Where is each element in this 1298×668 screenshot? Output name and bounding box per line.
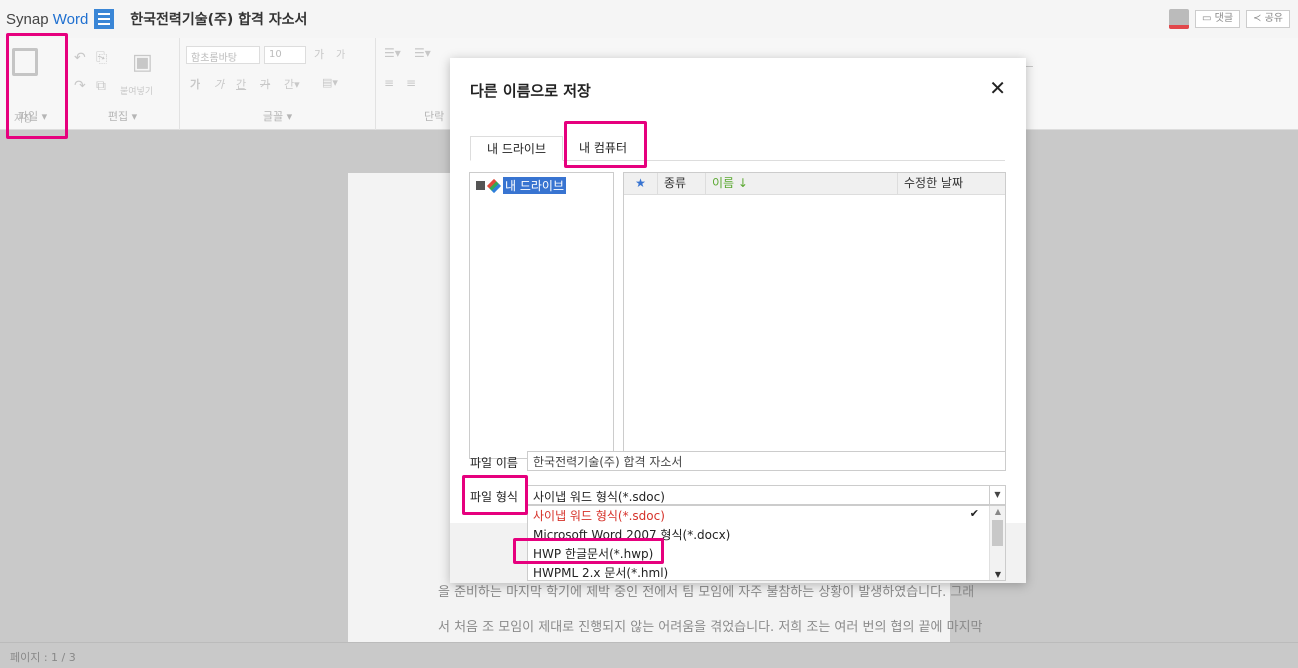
highlight-format-label-box (462, 475, 528, 515)
shrink-font-icon[interactable]: 가 (336, 46, 345, 61)
scroll-up-icon[interactable]: ▲ (990, 507, 1006, 516)
scroll-down-icon[interactable]: ▼ (990, 570, 1006, 579)
share-button[interactable]: ≺ 공유 (1246, 10, 1290, 28)
menu-button[interactable] (94, 9, 115, 29)
options-scrollbar[interactable]: ▲ ▼ (989, 506, 1005, 580)
paragraph-group: ☰▾ ☰▾ ≡ ≡ 단락 (376, 38, 450, 130)
paragraph-group-label[interactable]: 단락 (424, 108, 444, 124)
copy-icon[interactable]: ⎘ (96, 50, 107, 66)
highlight-hwp-option-box (513, 538, 664, 564)
folder-tree: 내 드라이브 (469, 172, 614, 459)
format-option-sdoc[interactable]: 사이냅 워드 형식(*.sdoc) ✔ (528, 506, 1005, 525)
align-center-icon[interactable]: ≡ (406, 76, 416, 90)
underline-icon[interactable]: 간 (236, 76, 246, 92)
font-group: 함초롬바탕 10 가 가 가 가 간 가 간▾ ▤▾ 글꼴 ▾ (180, 38, 376, 130)
edit-group-label[interactable]: 편집 ▾ (66, 108, 179, 124)
column-modified-date[interactable]: 수정한 날짜 (898, 173, 1005, 194)
tree-item-my-drive[interactable]: 내 드라이브 (476, 177, 567, 194)
bold-icon[interactable]: 가 (190, 76, 200, 92)
cut-icon[interactable]: ⧉ (96, 78, 106, 94)
column-name[interactable]: 이름 ↓ (706, 173, 898, 194)
extra-toolbar-icon[interactable]: ⎯ (1026, 58, 1033, 74)
drive-logo-icon (488, 180, 500, 192)
highlight-save-box (6, 33, 68, 139)
font-group-label[interactable]: 글꼴 ▾ (180, 108, 375, 124)
document-line-2: 서 처음 조 모임이 제대로 진행되지 않는 어려움을 겪었습니다. 저희 조는… (438, 620, 983, 635)
grow-font-icon[interactable]: 가 (314, 46, 324, 62)
collapse-icon[interactable] (476, 181, 485, 190)
format-option-hml[interactable]: HWPML 2.x 문서(*.hml) (528, 563, 1005, 582)
filename-label: 파일 이름 (470, 456, 518, 470)
filename-input[interactable] (527, 451, 1006, 471)
numbered-list-icon[interactable]: ☰▾ (414, 46, 431, 60)
star-icon[interactable]: ★ (624, 173, 658, 194)
edit-group: ↶ ↷ ⎘ ⧉ ▣ 붙여넣기 편집 ▾ (66, 38, 180, 130)
document-line-1: 을 준비하는 마지막 학기에 제박 중인 전에서 팀 모임에 자주 불참하는 상… (438, 585, 975, 600)
location-tabs: 내 드라이브 내 컴퓨터 (470, 136, 1005, 161)
highlight-my-computer-box (564, 121, 647, 168)
file-list: ★ 종류 이름 ↓ 수정한 날짜 (623, 172, 1006, 459)
format-selected-value: 사이냅 워드 형식(*.sdoc) (533, 490, 665, 504)
save-as-dialog: 다른 이름으로 저장 ✕ 내 드라이브 내 컴퓨터 내 드라이브 ★ 종류 이름… (450, 58, 1026, 583)
document-title: 한국전력기술(주) 합격 자소서 (130, 12, 308, 28)
page-indicator: 페이지 : 1 / 3 (10, 651, 76, 664)
redo-icon[interactable]: ↷ (74, 78, 86, 94)
top-actions: ▭ 댓글 ≺ 공유 (1168, 9, 1290, 29)
font-color-icon[interactable]: 간▾ (284, 76, 300, 92)
dialog-title: 다른 이름으로 저장 (470, 82, 591, 100)
align-left-icon[interactable]: ≡ (384, 76, 394, 90)
tab-my-drive[interactable]: 내 드라이브 (470, 136, 564, 161)
highlight-color-icon[interactable]: ▤▾ (322, 76, 338, 89)
format-select[interactable]: 사이냅 워드 형식(*.sdoc) ▼ (527, 485, 1006, 505)
undo-icon[interactable]: ↶ (74, 50, 86, 66)
italic-icon[interactable]: 가 (214, 76, 224, 92)
column-type[interactable]: 종류 (658, 173, 706, 194)
paste-icon[interactable]: ▣ (132, 50, 153, 75)
list-icon[interactable]: ☰▾ (384, 46, 401, 60)
close-icon[interactable]: ✕ (989, 76, 1006, 100)
app-brand: Synap Word (6, 10, 89, 28)
font-name-select[interactable]: 함초롬바탕 (186, 46, 260, 64)
strike-icon[interactable]: 가 (260, 76, 270, 92)
chevron-down-icon[interactable]: ▼ (989, 486, 1005, 504)
scrollbar-thumb[interactable] (992, 520, 1003, 546)
status-bar: 페이지 : 1 / 3 (0, 642, 1298, 668)
font-size-select[interactable]: 10 (264, 46, 306, 64)
comment-button[interactable]: ▭ 댓글 (1194, 10, 1241, 28)
avatar[interactable] (1168, 9, 1189, 29)
file-list-header: ★ 종류 이름 ↓ 수정한 날짜 (624, 173, 1005, 195)
title-bar: Synap Word 한국전력기술(주) 합격 자소서 ▭ 댓글 ≺ 공유 (0, 0, 1298, 38)
tree-item-label: 내 드라이브 (503, 177, 567, 194)
paste-label[interactable]: 붙여넣기 (120, 84, 153, 97)
check-icon: ✔ (969, 507, 979, 520)
